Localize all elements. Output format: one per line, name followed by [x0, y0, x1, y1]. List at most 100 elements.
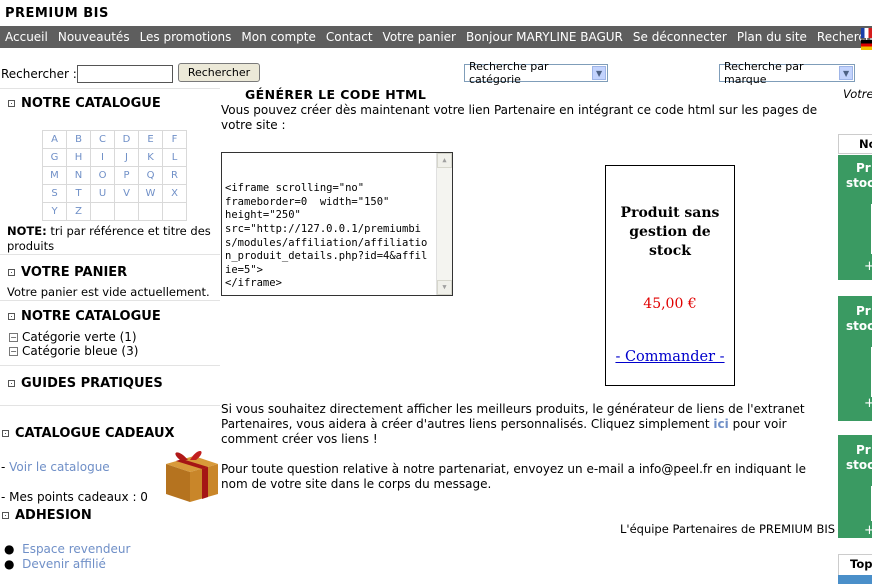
side-bar-accent — [838, 575, 872, 584]
page-title: GÉNÉRER LE CODE HTML — [245, 87, 427, 102]
alphabet-row: STUVWX — [42, 184, 187, 203]
site-title: PREMIUM BIS — [5, 6, 109, 21]
nav-promotions[interactable]: Les promotions — [140, 30, 232, 44]
search-button[interactable]: Rechercher — [178, 63, 260, 82]
alphabet-letter-link[interactable]: X — [162, 184, 187, 203]
alphabet-letter-link[interactable]: Z — [66, 202, 91, 221]
alphabet-letter-link[interactable]: J — [114, 148, 139, 167]
expand-icon[interactable]: − — [9, 346, 18, 356]
category-select-value: Recherche par catégorie — [469, 60, 549, 86]
product-preview: Produit sans gestion de stock 45,00 € - … — [605, 165, 735, 386]
alphabet-letter-link[interactable]: R — [162, 166, 187, 185]
become-affiliate-link[interactable]: Devenir affilié — [22, 557, 106, 571]
alphabet-letter-link[interactable]: B — [66, 130, 91, 149]
intro-text: Vous pouvez créer dès maintenant votre l… — [221, 103, 818, 132]
alphabet-letter-link[interactable]: K — [138, 148, 163, 167]
box-bullet-icon — [2, 430, 9, 437]
alphabet-row: YZ — [42, 202, 187, 221]
alphabet-index: ABCDEFGHIJKLMNOPQRSTUVWXYZ — [42, 130, 187, 221]
chevron-down-icon[interactable]: ▼ — [592, 66, 606, 80]
nav-contact[interactable]: Contact — [326, 30, 373, 44]
nav-logout[interactable]: Se déconnecter — [633, 30, 727, 44]
side-product-card[interactable]: Pr stoc + — [838, 155, 872, 280]
alphabet-letter-link[interactable]: N — [66, 166, 91, 185]
alphabet-letter-link[interactable]: D — [114, 130, 139, 149]
alphabet-letter-link[interactable]: I — [90, 148, 115, 167]
gift-box-icon — [166, 450, 218, 502]
signature: L'équipe Partenaires de PREMIUM BIS — [620, 522, 836, 536]
html-code-textarea[interactable]: <iframe scrolling="no" frameborder=0 wid… — [221, 152, 453, 296]
box-bullet-icon — [8, 269, 15, 276]
gifts-box-title: CATALOGUE CADEAUX — [0, 426, 175, 441]
alphabet-letter-link[interactable]: G — [42, 148, 67, 167]
alphabet-row: MNOPQR — [42, 166, 187, 185]
product-price: 45,00 € — [643, 296, 697, 312]
reseller-space-link[interactable]: Espace revendeur — [22, 542, 130, 556]
category-item[interactable]: − Catégorie verte (1) — [9, 330, 138, 344]
alphabet-letter-link[interactable]: E — [138, 130, 163, 149]
french-flag-icon[interactable] — [861, 28, 872, 38]
nav-nouveautes[interactable]: Nouveautés — [58, 30, 130, 44]
alphabet-letter-link[interactable]: L — [162, 148, 187, 167]
list-item: ● Devenir affilié — [4, 557, 106, 571]
tab-nouveautes[interactable]: No — [838, 134, 872, 154]
box-bullet-icon — [8, 380, 15, 387]
category-select[interactable]: Recherche par catégorie ▼ — [464, 60, 608, 86]
alphabet-letter-link[interactable]: P — [114, 166, 139, 185]
nav-greeting[interactable]: Bonjour MARYLINE BAGUR — [466, 30, 623, 44]
brand-select-value: Recherche par marque — [724, 60, 804, 86]
german-flag-icon[interactable] — [861, 40, 872, 50]
alphabet-empty-cell — [138, 202, 163, 221]
gifts-link-line: - Voir le catalogue — [1, 460, 110, 474]
alphabet-letter-link[interactable]: A — [42, 130, 67, 149]
alphabet-letter-link[interactable]: V — [114, 184, 139, 203]
box-bullet-icon — [8, 313, 15, 320]
language-flags — [861, 28, 872, 52]
gift-points: - Mes points cadeaux : 0 — [1, 490, 148, 504]
code-text: <iframe scrolling="no" frameborder=0 wid… — [225, 182, 428, 290]
scroll-down-icon[interactable]: ▼ — [437, 280, 452, 295]
alphabet-letter-link[interactable]: Q — [138, 166, 163, 185]
nav-accueil[interactable]: Accueil — [5, 30, 48, 44]
alphabet-empty-cell — [162, 202, 187, 221]
view-catalog-link[interactable]: Voir le catalogue — [9, 460, 110, 474]
alphabet-letter-link[interactable]: Y — [42, 202, 67, 221]
expand-icon[interactable]: − — [9, 332, 18, 342]
cart-empty-text: Votre panier est vide actuellement. — [7, 285, 210, 299]
category-tree: − Catégorie verte (1) − Catégorie bleue … — [9, 330, 138, 358]
adhesion-links: ● Espace revendeur ● Devenir affilié — [4, 542, 130, 572]
guides-box-title[interactable]: GUIDES PRATIQUES — [6, 376, 163, 391]
contact-text: Pour toute question relative à notre par… — [221, 462, 806, 491]
order-link[interactable]: - Commander - — [606, 349, 734, 365]
nav-votre-panier[interactable]: Votre panier — [383, 30, 456, 44]
top-navigation: Accueil Nouveautés Les promotions Mon co… — [0, 26, 872, 48]
right-top-text: Votre — [843, 87, 872, 101]
catalog-note: NOTE: tri par référence et titre des pro… — [7, 224, 211, 253]
alphabet-row: ABCDEF — [42, 130, 187, 149]
alphabet-letter-link[interactable]: T — [66, 184, 91, 203]
scroll-up-icon[interactable]: ▲ — [437, 153, 452, 168]
alphabet-letter-link[interactable]: S — [42, 184, 67, 203]
alphabet-letter-link[interactable]: F — [162, 130, 187, 149]
category-item[interactable]: − Catégorie bleue (3) — [9, 344, 138, 358]
search-input[interactable] — [77, 65, 173, 83]
alphabet-letter-link[interactable]: M — [42, 166, 67, 185]
box-bullet-icon — [2, 512, 9, 519]
nav-mon-compte[interactable]: Mon compte — [241, 30, 315, 44]
alphabet-letter-link[interactable]: W — [138, 184, 163, 203]
side-product-card[interactable]: Pr stoc + — [838, 435, 872, 538]
alphabet-letter-link[interactable]: C — [90, 130, 115, 149]
alphabet-empty-cell — [114, 202, 139, 221]
alphabet-letter-link[interactable]: H — [66, 148, 91, 167]
chevron-down-icon[interactable]: ▼ — [839, 66, 853, 80]
brand-select[interactable]: Recherche par marque ▼ — [719, 60, 855, 86]
nav-plan-du-site[interactable]: Plan du site — [737, 30, 807, 44]
alphabet-letter-link[interactable]: U — [90, 184, 115, 203]
code-scrollbar[interactable]: ▲ ▼ — [436, 153, 452, 295]
catalog2-box-title: NOTRE CATALOGUE — [6, 309, 161, 324]
catalog-box-title: NOTRE CATALOGUE — [6, 96, 161, 111]
here-link[interactable]: ici — [713, 417, 728, 431]
generator-text: Si vous souhaitez directement afficher l… — [221, 402, 805, 446]
side-product-card[interactable]: Pr stoc + — [838, 296, 872, 421]
alphabet-letter-link[interactable]: O — [90, 166, 115, 185]
